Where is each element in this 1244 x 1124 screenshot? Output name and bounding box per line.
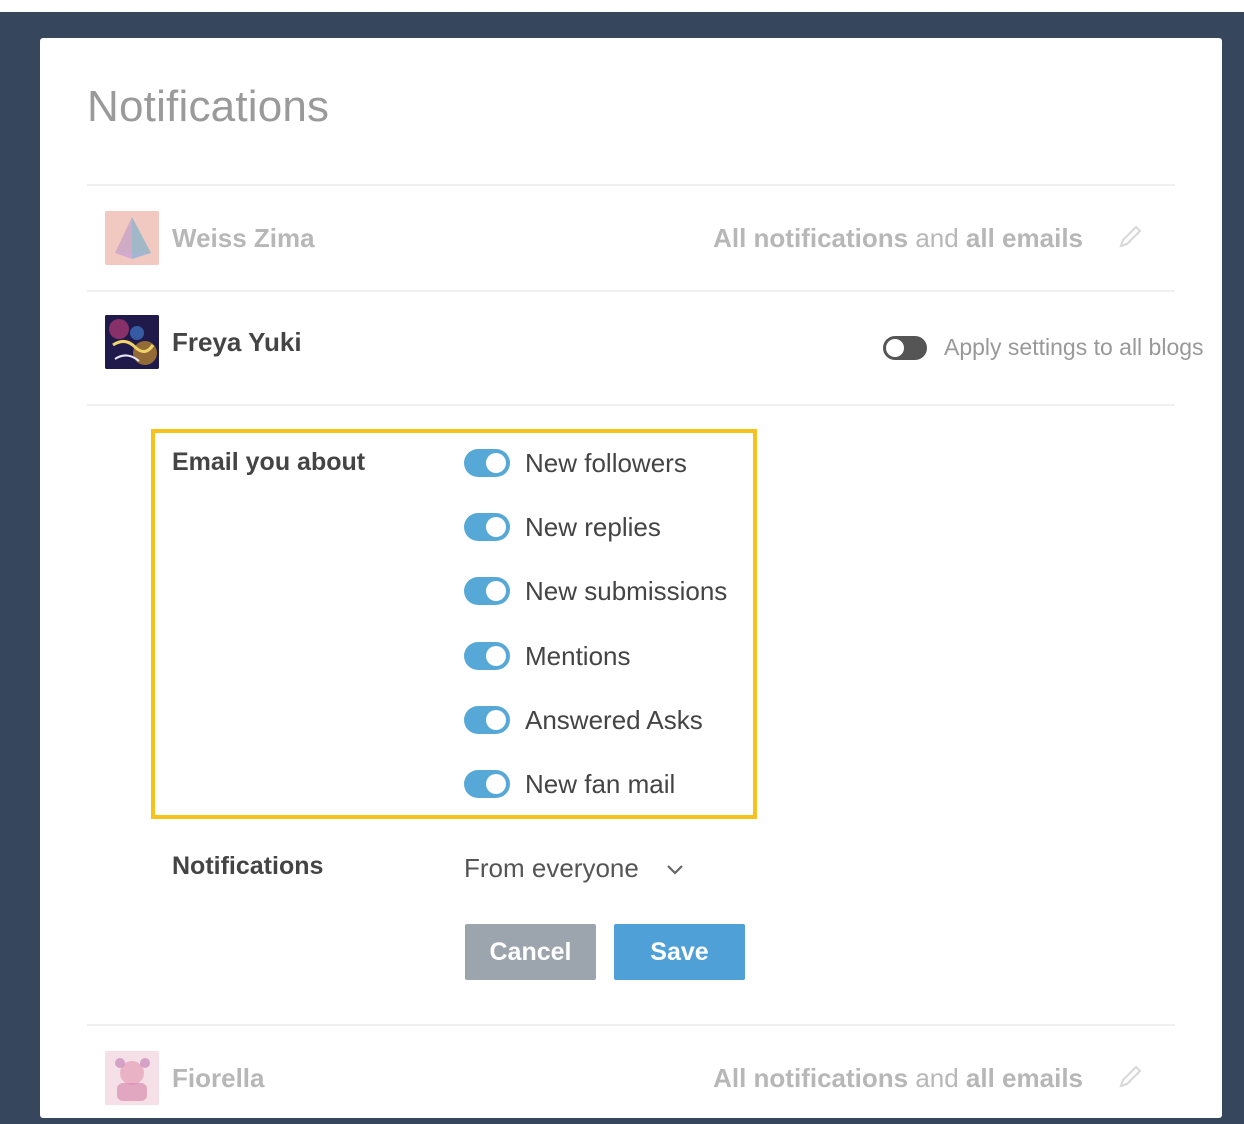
- notifications-select[interactable]: From everyone: [464, 850, 683, 886]
- option-label: New submissions: [525, 576, 728, 606]
- pencil-icon[interactable]: [1115, 1062, 1145, 1092]
- option-label: Mentions: [525, 641, 631, 671]
- notification-status: All notifications and all emails: [713, 223, 1083, 254]
- page-title: Notifications: [87, 82, 330, 131]
- toggle-switch[interactable]: [464, 770, 510, 798]
- status-part: All notifications: [713, 223, 909, 253]
- apply-all-label: Apply settings to all blogs: [944, 334, 1204, 360]
- freya-yuki-avatar-icon: [105, 315, 159, 369]
- blog-row-fiorella[interactable]: Fiorella All notifications and all email…: [87, 1026, 1175, 1124]
- fiorella-avatar-icon: [105, 1051, 159, 1105]
- toggle-knob: [486, 581, 506, 601]
- email-you-about-label: Email you about: [172, 448, 366, 476]
- toggle-knob: [486, 646, 506, 666]
- divider: [87, 404, 1175, 406]
- apply-all-toggle[interactable]: [883, 336, 927, 360]
- notifications-select-value: From everyone: [464, 853, 639, 883]
- blog-name: Freya Yuki: [172, 327, 302, 357]
- toggle-switch[interactable]: [464, 706, 510, 734]
- option-label: New replies: [525, 512, 661, 542]
- blog-name: Weiss Zima: [172, 223, 315, 253]
- blog-name: Fiorella: [172, 1063, 265, 1093]
- pyramid-avatar-icon: [105, 211, 159, 265]
- chevron-down-icon: [664, 858, 686, 880]
- status-part: All notifications: [713, 1063, 909, 1093]
- status-part: all emails: [965, 223, 1083, 253]
- notifications-label: Notifications: [172, 852, 324, 880]
- toggle-knob: [486, 517, 506, 537]
- pencil-icon[interactable]: [1115, 222, 1145, 252]
- option-label: New fan mail: [525, 769, 676, 799]
- toggle-knob: [486, 774, 506, 794]
- blog-row-weiss-zima[interactable]: Weiss Zima All notifications and all ema…: [87, 186, 1175, 284]
- status-part: and: [908, 1063, 966, 1093]
- toggle-knob: [486, 453, 506, 473]
- save-button[interactable]: Save: [614, 924, 745, 980]
- notification-status: All notifications and all emails: [713, 1063, 1083, 1094]
- toggle-knob: [886, 339, 904, 357]
- status-part: and: [908, 223, 966, 253]
- toggle-switch[interactable]: [464, 577, 510, 605]
- toggle-switch[interactable]: [464, 642, 510, 670]
- toggle-knob: [486, 710, 506, 730]
- option-label: New followers: [525, 448, 687, 478]
- toggle-switch[interactable]: [464, 513, 510, 541]
- cancel-button[interactable]: Cancel: [465, 924, 596, 980]
- email-settings-highlight: [151, 429, 757, 819]
- status-part: all emails: [965, 1063, 1083, 1093]
- toggle-switch[interactable]: [464, 449, 510, 477]
- option-label: Answered Asks: [525, 705, 703, 735]
- window-top-strip: [0, 0, 1244, 12]
- blog-row-freya-yuki: Freya Yuki Apply settings to all blogs: [87, 292, 1204, 390]
